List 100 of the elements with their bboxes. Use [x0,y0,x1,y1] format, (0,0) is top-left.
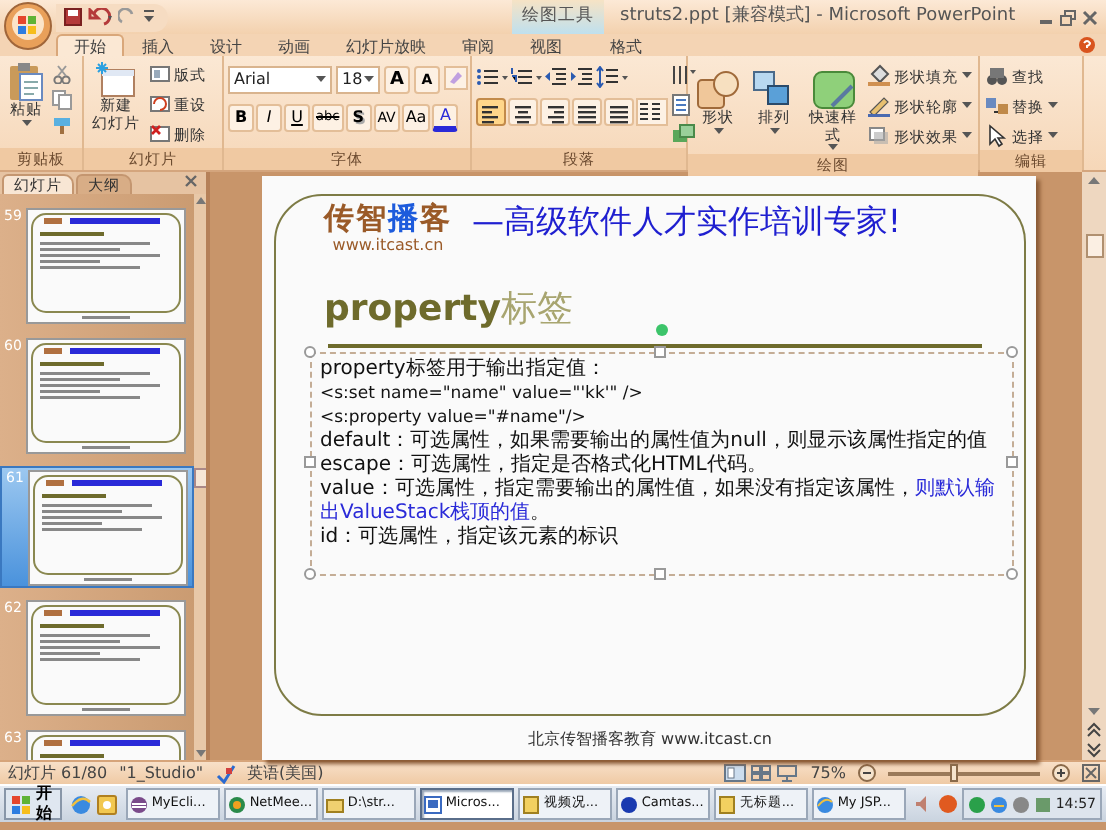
previous-slide-icon[interactable] [1086,722,1102,738]
caret-icon [962,102,972,110]
redo-icon[interactable] [118,8,136,26]
restore-icon[interactable] [1060,9,1076,25]
slideshow-icon[interactable] [776,764,799,782]
align-button[interactable] [476,98,506,126]
new-slide-icon [96,62,136,98]
zoom-out-icon[interactable] [858,764,876,782]
zoom-in-icon[interactable] [1052,764,1070,782]
save-icon[interactable] [64,8,82,26]
pencil-icon [868,94,890,118]
align-text-icon[interactable] [672,64,698,86]
slide-footer: 北京传智播客教育 www.itcast.cn [274,730,1026,750]
ribbon-tab[interactable]: 视图 [512,34,580,56]
font-format-button[interactable]: Aa [401,104,431,132]
slide-thumbnail[interactable] [26,338,186,454]
font-name-value: Arial [234,70,271,90]
scroll-thumb[interactable] [1085,234,1103,258]
align-justify-icon [576,101,598,123]
font-size-value: 18 [342,70,363,90]
browser-icon [815,795,834,813]
binoculars-icon [986,64,1008,88]
font-format-button[interactable]: U [284,104,310,132]
clipboard-icon [8,62,44,102]
align-button[interactable] [540,98,570,126]
align-button[interactable] [508,98,538,126]
format-painter-icon[interactable] [52,116,72,136]
next-slide-icon[interactable] [1086,742,1102,758]
columns-icon[interactable] [636,98,668,126]
align-button[interactable] [604,98,634,126]
dropdown-icon[interactable] [142,8,156,26]
body-text: id：可选属性，指定该元素的标识 [320,525,621,550]
slide-thumbnail[interactable] [26,208,186,324]
font-format-button[interactable]: B [228,104,254,132]
body-text: property标签用于输出指定值： [320,357,608,382]
ribbon-tab[interactable]: 动画 [260,34,328,56]
increase-indent-icon[interactable] [570,66,594,88]
copy-icon[interactable] [52,90,72,110]
undo-icon[interactable] [88,8,112,26]
decrease-indent-icon[interactable] [544,66,568,88]
normal-view-icon[interactable] [724,764,747,782]
body-text: escape：可选属性，指定是否格式化HTML代码。 [320,453,769,477]
code-line: <s:property value="#name"/> [320,405,588,429]
close-icon[interactable] [184,174,198,188]
windows-logo-icon [12,795,30,813]
smartart-icon[interactable] [672,124,698,146]
shapes-icon [696,70,740,110]
slide-count: 幻灯片 61/80 [8,763,108,783]
delete-icon [150,124,170,144]
contextual-tab-label: 绘图工具 [512,0,604,34]
caret-icon [364,76,374,84]
caret-icon [962,72,972,80]
scroll-thumb[interactable] [194,467,206,487]
zoom-percent[interactable]: 75% [810,763,846,783]
zoom-slider-thumb[interactable] [950,763,959,781]
caret-icon [1048,102,1058,110]
font-format-button[interactable]: S [345,104,372,132]
ribbon-tab[interactable]: 插入 [124,34,192,56]
spelling-check-icon[interactable] [215,763,236,783]
powerpoint-icon [423,795,442,813]
bullet-list-icon[interactable] [476,66,508,88]
document-icon [717,795,736,813]
align-right-icon [544,101,566,123]
resize-handle[interactable] [304,455,316,468]
cut-icon[interactable] [52,64,72,84]
browser-icon[interactable] [69,793,92,815]
resize-handle[interactable] [1006,455,1018,468]
ribbon-tab[interactable]: 幻灯片放映 [328,34,444,56]
ribbon-tab[interactable]: 格式 [592,34,660,56]
body-text: default：可选属性，如果需要输出的属性值为null，则显示该属性指定的值 [320,429,989,453]
language: 英语(美国) [247,763,324,783]
font-name-field[interactable]: Arial [228,66,332,94]
ribbon-tab[interactable]: 审阅 [444,34,512,56]
close-icon[interactable] [1082,9,1098,25]
resize-handle[interactable] [304,345,316,358]
slide-thumbnail[interactable] [28,470,188,586]
ribbon-tab[interactable]: 设计 [192,34,260,56]
scroll-down-icon[interactable] [1086,706,1102,718]
font-size-button[interactable]: A [384,66,410,94]
resize-handle[interactable] [1006,345,1018,358]
caret-icon [1048,132,1058,140]
line-spacing-icon[interactable] [596,66,628,88]
font-size-field[interactable]: 18 [336,66,380,94]
ribbon-tab[interactable]: 开始 [56,34,124,56]
slide-sorter-icon[interactable] [750,764,773,782]
help-icon[interactable] [1078,36,1096,54]
font-format-button[interactable]: A [432,104,459,132]
resize-handle[interactable] [654,567,666,580]
layout-icon [150,64,170,84]
align-button[interactable] [572,98,602,126]
numbered-list-icon[interactable] [510,66,542,88]
start-button[interactable]: 开始 [4,788,62,820]
resize-handle[interactable] [304,567,316,580]
font-format-button[interactable]: I [256,104,282,132]
slide-thumbnail[interactable] [26,600,186,716]
align-center-icon [512,101,534,123]
resize-handle[interactable] [1006,567,1018,580]
caret-icon [316,76,326,84]
rotate-handle[interactable] [656,323,668,336]
fit-to-window-icon[interactable] [1082,764,1100,782]
